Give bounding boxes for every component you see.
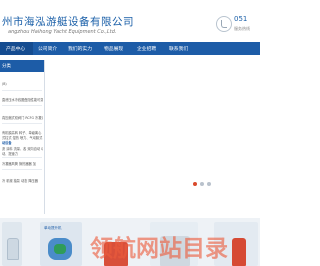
category-divider (2, 157, 42, 158)
sidebar-header: 分类 (0, 60, 44, 72)
banner-carousel[interactable] (45, 60, 260, 214)
category-item[interactable]: 真压缩式双阀门 RCFG 冷凝式 (2, 115, 43, 120)
product-image-detail (54, 244, 66, 254)
product-image (232, 238, 246, 266)
watermark-text: 领航网站目录 (90, 236, 228, 262)
nav-item-showcase[interactable]: 物品展现 (104, 45, 123, 52)
hotline-caption: 服务热线 (234, 26, 250, 31)
product-category-sidebar: 分类 (B) 直泄压水冷线圈盘阻性能可变存 真压缩式双阀门 RCFG 冷凝式 有… (0, 60, 45, 214)
product-caption: 单动提升机 (44, 226, 62, 230)
category-item[interactable]: (B) (2, 82, 43, 86)
company-name[interactable]: 州市海泓游艇设备有限公司 (2, 14, 134, 29)
phone-icon (216, 16, 232, 32)
category-item[interactable]: 动、提速力 (2, 151, 43, 156)
category-item[interactable]: 冷 机械 抽泵 动态 降压器 (2, 178, 43, 183)
company-name-english: angzhou Haihong Yacht Equipment Co.,Ltd. (8, 29, 117, 35)
carousel-dot-active[interactable] (193, 182, 197, 186)
category-divider (2, 90, 42, 91)
category-divider (2, 123, 42, 124)
main-navigation: 产品中心 公司简介 我们的实力 物品展现 企业招聘 联系我们 (0, 42, 260, 55)
site-header: 州市海泓游艇设备有限公司 angzhou Haihong Yacht Equip… (0, 0, 260, 42)
category-item[interactable]: 直泄压水冷线圈盘阻性能可变存 (2, 97, 43, 102)
product-image (7, 238, 19, 260)
nav-item-about[interactable]: 公司简介 (38, 45, 57, 52)
hotline-number: 051 (234, 15, 248, 23)
nav-item-careers[interactable]: 企业招聘 (137, 45, 156, 52)
category-item[interactable]: 冷凝器风筒 换热器器 加 (2, 161, 43, 166)
sidebar-title: 分类 (2, 64, 11, 69)
category-divider (2, 169, 42, 170)
nav-item-products[interactable]: 产品中心 (6, 45, 25, 52)
nav-item-strength[interactable]: 我们的实力 (68, 45, 92, 52)
nav-item-contact[interactable]: 联系我们 (169, 45, 188, 52)
category-item-active[interactable]: 动设备 (2, 140, 43, 145)
carousel-dot[interactable] (200, 182, 204, 186)
category-divider (2, 105, 42, 106)
carousel-dot[interactable] (207, 182, 211, 186)
